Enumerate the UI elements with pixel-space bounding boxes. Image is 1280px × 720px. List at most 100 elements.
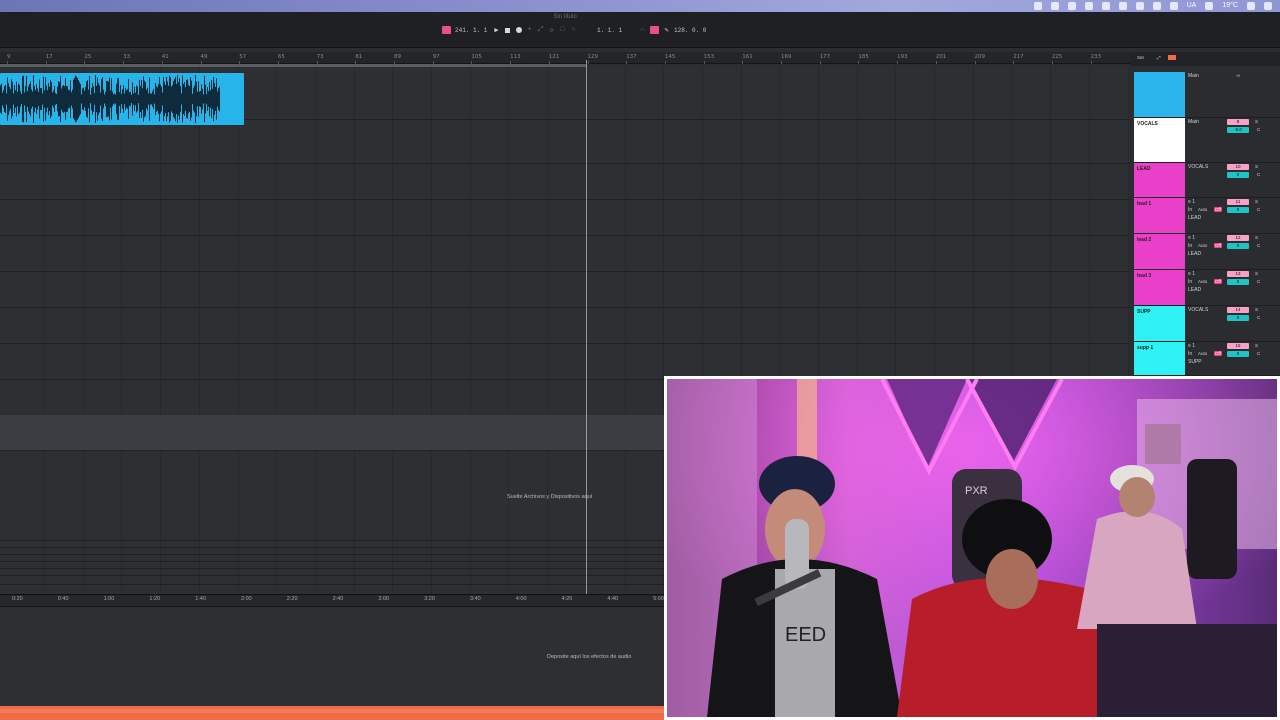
pan-knob[interactable]: C xyxy=(1257,172,1260,177)
track-lane[interactable] xyxy=(0,67,1130,125)
loop-length-field[interactable]: 128. 0. 0 xyxy=(674,27,712,34)
pan-knob[interactable]: C xyxy=(1257,279,1260,284)
track-name[interactable]: lead 3 xyxy=(1137,273,1151,279)
volume-field[interactable]: 0 xyxy=(1227,351,1249,357)
track-activator[interactable]: 9 xyxy=(1227,119,1249,125)
input-select[interactable]: ≡ 1 xyxy=(1188,342,1226,350)
monitor-off[interactable]: Off xyxy=(1214,279,1222,284)
track-activator[interactable]: 10 xyxy=(1227,164,1249,170)
track-activator[interactable]: 14 xyxy=(1227,307,1249,313)
solo-button[interactable]: S xyxy=(1255,235,1258,240)
song-position-field[interactable]: 241. 1. 1 xyxy=(455,27,489,34)
control-center-icon[interactable] xyxy=(1033,2,1042,10)
input-select[interactable]: ≡ 1 xyxy=(1188,234,1226,242)
mixer-track-row[interactable]: Main -∞ xyxy=(1134,72,1280,118)
output-routing[interactable]: LEAD xyxy=(1188,250,1226,258)
track-name[interactable]: LEAD xyxy=(1137,166,1151,172)
monitor-auto[interactable]: Auto xyxy=(1198,279,1207,284)
loop-start-field[interactable]: 1. 1. 1 xyxy=(597,27,635,34)
monitor-auto[interactable]: Auto xyxy=(1198,351,1207,356)
track-lane[interactable] xyxy=(0,272,1130,308)
clipboard-icon[interactable] xyxy=(1067,2,1076,10)
volume-field[interactable]: -6.0 xyxy=(1227,127,1249,133)
track-activator[interactable]: 15 xyxy=(1227,343,1249,349)
track-activator[interactable]: 13 xyxy=(1227,271,1249,277)
track-header[interactable]: supp 1 xyxy=(1134,342,1185,376)
pan-knob[interactable]: C xyxy=(1257,127,1260,132)
track-header[interactable]: lead 2 xyxy=(1134,234,1185,270)
track-lane[interactable] xyxy=(0,344,1130,380)
cloud-icon[interactable] xyxy=(1118,2,1127,10)
mixer-track-row[interactable]: lead 2 ≡ 1 In LEAD Auto Off 12 S 0 C xyxy=(1134,234,1280,270)
capture-icon[interactable]: □ xyxy=(559,26,566,34)
play-icon[interactable]: ▶ xyxy=(493,27,500,35)
draw-mode-icon[interactable]: ✎ xyxy=(663,27,670,35)
solo-button[interactable]: S xyxy=(1255,307,1258,312)
track-name[interactable]: supp 1 xyxy=(1137,345,1153,351)
pan-knob[interactable]: C xyxy=(1257,351,1260,356)
overdub-icon[interactable]: + xyxy=(526,26,533,34)
time-ruler[interactable]: 0:20 0:40 1:00 1:20 1:40 2:00 2:20 2:40 3:00 3:20… xyxy=(0,594,664,606)
track-header[interactable]: lead 1 xyxy=(1134,198,1185,234)
record-icon[interactable] xyxy=(515,27,522,34)
mixer-track-row[interactable]: supp 1 ≡ 1 In SUPP Auto Off 15 S 0 C xyxy=(1134,342,1280,376)
output-routing[interactable]: LEAD xyxy=(1188,214,1226,222)
beat-ruler[interactable]: 9 17 25 33 41 49 57 65 73 81 89 97 105 113 121 129 137 14… xyxy=(0,52,1130,64)
output-routing[interactable]: SUPP xyxy=(1188,358,1226,366)
track-header[interactable]: lead 3 xyxy=(1134,270,1185,306)
wifi-icon[interactable] xyxy=(1169,2,1178,10)
set-label[interactable]: Set xyxy=(1137,55,1144,60)
audio-clip[interactable] xyxy=(0,73,244,125)
monitor-off[interactable]: Off xyxy=(1214,207,1222,212)
input-select[interactable]: ≡ 1 xyxy=(1188,198,1226,206)
volume-field[interactable]: 0 xyxy=(1227,279,1249,285)
track-name[interactable]: lead 1 xyxy=(1137,201,1151,207)
solo-button[interactable]: S xyxy=(1255,119,1258,124)
monitor-off[interactable]: Off xyxy=(1214,351,1222,356)
output-routing[interactable]: VOCALS xyxy=(1188,306,1226,314)
solo-button[interactable]: S xyxy=(1255,164,1258,169)
solo-button[interactable]: S xyxy=(1255,343,1258,348)
solo-button[interactable]: S xyxy=(1255,271,1258,276)
track-lane[interactable] xyxy=(0,308,1130,344)
monitor-auto[interactable]: Auto xyxy=(1198,207,1207,212)
monitor-off[interactable]: Off xyxy=(1214,243,1222,248)
loop-toggle-icon[interactable]: ⌒ xyxy=(639,27,646,35)
keyboard-layout[interactable]: UA xyxy=(1187,1,1197,11)
output-routing[interactable]: VOCALS xyxy=(1188,163,1226,171)
mixer-track-row[interactable]: VOCALS Main 9 S -6.0 C xyxy=(1134,118,1280,163)
track-name[interactable]: SUPP xyxy=(1137,309,1151,315)
automation-arm-icon[interactable]: ⤢ xyxy=(537,26,544,34)
output-routing[interactable]: LEAD xyxy=(1188,286,1226,294)
track-header[interactable] xyxy=(1134,72,1185,118)
temperature[interactable]: 19°C xyxy=(1222,1,1238,11)
input-select[interactable]: ≡ 1 xyxy=(1188,270,1226,278)
mixer-track-row[interactable]: lead 3 ≡ 1 In LEAD Auto Off 13 S 0 C xyxy=(1134,270,1280,306)
pan-knob[interactable]: C xyxy=(1257,207,1260,212)
volume-field[interactable]: -∞ xyxy=(1227,73,1249,79)
monitor-auto[interactable]: Auto xyxy=(1198,243,1207,248)
solo-button[interactable]: S xyxy=(1255,199,1258,204)
device-view[interactable]: Deposite aquí los efectos de audio xyxy=(0,606,664,706)
track-header[interactable]: SUPP xyxy=(1134,306,1185,342)
track-header[interactable]: VOCALS xyxy=(1134,118,1185,163)
calendar-icon[interactable] xyxy=(1050,2,1059,10)
sync-icon[interactable] xyxy=(1101,2,1110,10)
output-routing[interactable]: Main xyxy=(1188,72,1226,80)
track-activator[interactable]: 11 xyxy=(1227,199,1249,205)
siri-icon[interactable] xyxy=(1264,2,1272,10)
track-header[interactable]: LEAD xyxy=(1134,163,1185,198)
session-record-icon[interactable]: ○ xyxy=(570,26,577,34)
track-name[interactable]: VOCALS xyxy=(1137,121,1158,127)
stop-icon[interactable] xyxy=(504,27,511,34)
volume-field[interactable]: 0 xyxy=(1227,172,1249,178)
volume-field[interactable]: 0 xyxy=(1227,315,1249,321)
battery-icon[interactable] xyxy=(1152,2,1161,10)
re-enable-automation-icon[interactable]: ◇ xyxy=(548,27,555,35)
track-lane[interactable] xyxy=(0,200,1130,236)
mixer-track-row[interactable]: LEAD VOCALS 10 S 0 C xyxy=(1134,163,1280,198)
pan-knob[interactable]: C xyxy=(1257,315,1260,320)
screen-record-icon[interactable] xyxy=(1084,2,1093,10)
pan-knob[interactable]: C xyxy=(1257,243,1260,248)
mixer-track-row[interactable]: lead 1 ≡ 1 In LEAD Auto Off 11 S 0 C xyxy=(1134,198,1280,234)
